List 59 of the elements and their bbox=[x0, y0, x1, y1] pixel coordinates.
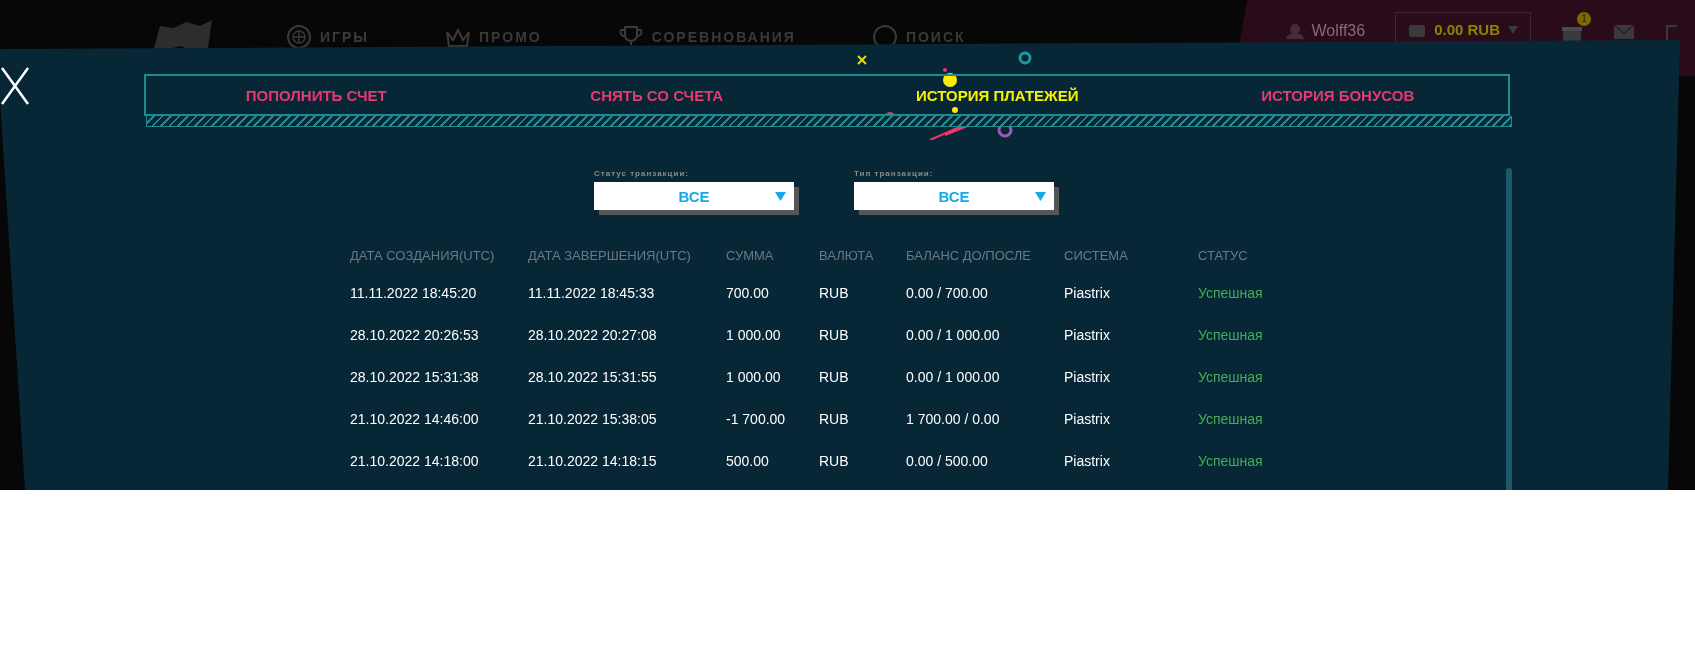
column-header: СИСТЕМА bbox=[1064, 246, 1129, 265]
table-cell-text: 28.10.2022 15:31:38 bbox=[350, 368, 480, 387]
table-cell-text: 1 000.00 bbox=[726, 368, 782, 387]
mail-icon[interactable] bbox=[1613, 24, 1635, 40]
table-cell-text: RUB bbox=[819, 326, 850, 345]
table-cell-text: Piastrix bbox=[1064, 326, 1111, 345]
table-cell-text: 1 700.00 / 0.00 bbox=[906, 410, 1001, 429]
column-header: ДАТА СОЗДАНИЯ(UTC) bbox=[350, 246, 496, 265]
column-header: СТАТУС bbox=[1198, 246, 1249, 265]
column-header: ДАТА ЗАВЕРШЕНИЯ(UTC) bbox=[528, 246, 692, 265]
table-cell-text: Успешная bbox=[1198, 368, 1264, 387]
table-cell-text: Успешная bbox=[1198, 452, 1264, 471]
table-cell-text: Piastrix bbox=[1064, 410, 1111, 429]
table-cell-text: 28.10.2022 15:31:55 bbox=[528, 368, 658, 387]
table-cell-text: 0.00 / 500.00 bbox=[906, 452, 989, 471]
table-cell-text: Успешная bbox=[1198, 326, 1264, 345]
balance-amount: 0.00 RUB bbox=[1434, 21, 1500, 38]
caret-icon[interactable] bbox=[775, 192, 786, 201]
notification-badge: 1 bbox=[1577, 12, 1591, 26]
table-cell-text: RUB bbox=[819, 452, 850, 471]
column-header: ВАЛЮТА bbox=[819, 246, 875, 265]
table-cell-text: 28.10.2022 20:27:08 bbox=[528, 326, 658, 345]
table-cell-text: 0.00 / 700.00 bbox=[906, 284, 989, 303]
table-cell-text: Piastrix bbox=[1064, 452, 1111, 471]
column-header: СУММА bbox=[726, 246, 775, 265]
caret-icon[interactable] bbox=[1035, 192, 1046, 201]
table-cell-text: -1 700.00 bbox=[726, 410, 787, 429]
table-cell-text: RUB bbox=[819, 410, 850, 429]
table-cell-text: 21.10.2022 14:18:15 bbox=[528, 452, 658, 471]
close-icon[interactable] bbox=[0, 66, 30, 106]
table-cell-text: 11.11.2022 18:45:20 bbox=[350, 284, 478, 303]
table-cell-text: 21.10.2022 14:46:00 bbox=[350, 410, 480, 429]
tab[interactable]: СНЯТЬ СО СЧЕТА bbox=[486, 86, 827, 104]
table-cell-text: 21.10.2022 14:18:00 bbox=[350, 452, 480, 471]
table-cell-text: Успешная bbox=[1198, 284, 1264, 303]
tab[interactable]: ПОПОЛНИТЬ СЧЕТ bbox=[146, 86, 487, 104]
tab[interactable]: ИСТОРИЯ БОНУСОВ bbox=[1167, 86, 1508, 104]
table-cell-text: 11.11.2022 18:45:33 bbox=[528, 284, 656, 303]
roulette-icon bbox=[286, 24, 312, 50]
table-cell-text: 28.10.2022 20:26:53 bbox=[350, 326, 480, 345]
table-cell-text: Piastrix bbox=[1064, 284, 1111, 303]
tab[interactable]: ИСТОРИЯ ПЛАТЕЖЕЙ bbox=[827, 86, 1168, 104]
column-header: БАЛАНС ДО/ПОСЛЕ bbox=[906, 246, 1032, 265]
table-cell-text: 0.00 / 1 000.00 bbox=[906, 326, 1001, 345]
filter-label: Статус транзакции: bbox=[594, 169, 690, 178]
table-cell-text: RUB bbox=[819, 284, 850, 303]
table-cell-text: 21.10.2022 15:38:05 bbox=[528, 410, 658, 429]
table-cell-text: Piastrix bbox=[1064, 368, 1111, 387]
avatar-icon[interactable] bbox=[1285, 23, 1306, 39]
filter-label: Тип транзакции: bbox=[854, 169, 935, 178]
table-cell-text: Успешная bbox=[1198, 410, 1264, 429]
table-cell-text: 1 000.00 bbox=[726, 326, 782, 345]
username[interactable]: Wolff36 bbox=[1311, 22, 1366, 40]
caret-icon[interactable] bbox=[1508, 25, 1518, 34]
table-cell-text: 700.00 bbox=[726, 284, 770, 303]
scrollbar[interactable] bbox=[1506, 168, 1512, 490]
table-cell-text: 500.00 bbox=[726, 452, 770, 471]
table-cell-text: RUB bbox=[819, 368, 850, 387]
table-cell-text: 0.00 / 1 000.00 bbox=[906, 368, 1001, 387]
